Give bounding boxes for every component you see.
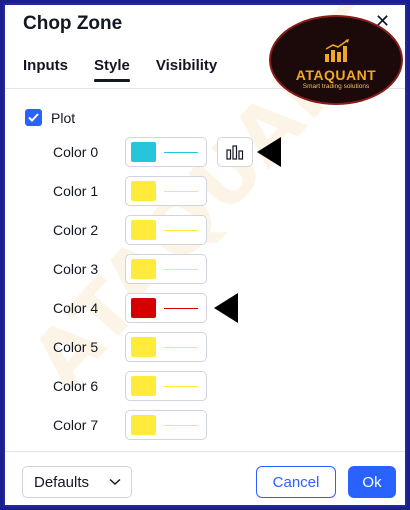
bar-chart-logo-icon <box>325 39 349 62</box>
color-row-6: Color 6 <box>53 371 207 401</box>
color-picker-button[interactable] <box>125 254 207 284</box>
color-picker-button[interactable] <box>125 371 207 401</box>
color-row-2: Color 2 <box>53 215 207 245</box>
color-picker-button[interactable] <box>125 410 207 440</box>
color-label: Color 2 <box>53 222 99 238</box>
footer-divider <box>5 451 405 452</box>
chevron-down-icon <box>109 478 121 486</box>
pointer-arrow-color-4 <box>214 293 238 323</box>
line-preview <box>164 151 198 153</box>
line-preview <box>164 346 198 348</box>
color-label: Color 7 <box>53 417 99 433</box>
settings-dialog: ATAQUANT Chop Zone ✕ Inputs Style Visibi… <box>3 3 407 507</box>
color-row-4: Color 4 <box>53 293 207 323</box>
plot-checkbox[interactable] <box>25 109 42 126</box>
color-row-3: Color 3 <box>53 254 207 284</box>
color-picker-button[interactable] <box>125 332 207 362</box>
cancel-button[interactable]: Cancel <box>256 466 336 498</box>
defaults-label: Defaults <box>34 473 90 491</box>
color-swatch <box>131 415 156 435</box>
line-preview <box>164 190 198 192</box>
color-row-7: Color 7 <box>53 410 207 440</box>
tab-inputs[interactable]: Inputs <box>23 57 68 82</box>
line-preview <box>164 424 198 426</box>
pointer-arrow-color-0 <box>257 137 281 167</box>
dialog-title: Chop Zone <box>23 13 123 34</box>
columns-style-icon <box>226 145 244 160</box>
color-swatch <box>131 181 156 201</box>
tab-bar: Inputs Style Visibility <box>23 57 217 82</box>
color-picker-button[interactable] <box>125 293 207 323</box>
color-picker-button[interactable] <box>125 137 207 167</box>
line-preview <box>164 385 198 387</box>
ataquant-logo: ATAQUANT Smart trading solutions <box>269 15 403 105</box>
color-swatch <box>131 337 156 357</box>
color-swatch <box>131 259 156 279</box>
color-swatch <box>131 142 156 162</box>
line-preview <box>164 307 198 309</box>
ok-button[interactable]: Ok <box>348 466 396 498</box>
color-swatch <box>131 376 156 396</box>
logo-name: ATAQUANT <box>295 67 377 83</box>
color-label: Color 5 <box>53 339 99 355</box>
plot-label: Plot <box>51 109 76 126</box>
plot-toggle-row[interactable]: Plot <box>25 109 75 126</box>
plot-style-button[interactable] <box>217 137 253 167</box>
tab-visibility[interactable]: Visibility <box>156 57 217 82</box>
tab-style[interactable]: Style <box>94 57 130 82</box>
color-row-5: Color 5 <box>53 332 207 362</box>
color-label: Color 3 <box>53 261 99 277</box>
line-preview <box>164 229 198 231</box>
color-picker-button[interactable] <box>125 215 207 245</box>
color-label: Color 1 <box>53 183 99 199</box>
color-swatch <box>131 220 156 240</box>
color-swatch <box>131 298 156 318</box>
color-row-1: Color 1 <box>53 176 207 206</box>
line-preview <box>164 268 198 270</box>
logo-tagline: Smart trading solutions <box>302 83 370 90</box>
color-label: Color 4 <box>53 300 99 316</box>
color-picker-button[interactable] <box>125 176 207 206</box>
color-row-0: Color 0 <box>53 137 253 167</box>
checkmark-icon <box>28 113 39 122</box>
color-label: Color 6 <box>53 378 99 394</box>
defaults-dropdown[interactable]: Defaults <box>22 466 132 498</box>
color-label: Color 0 <box>53 144 99 160</box>
